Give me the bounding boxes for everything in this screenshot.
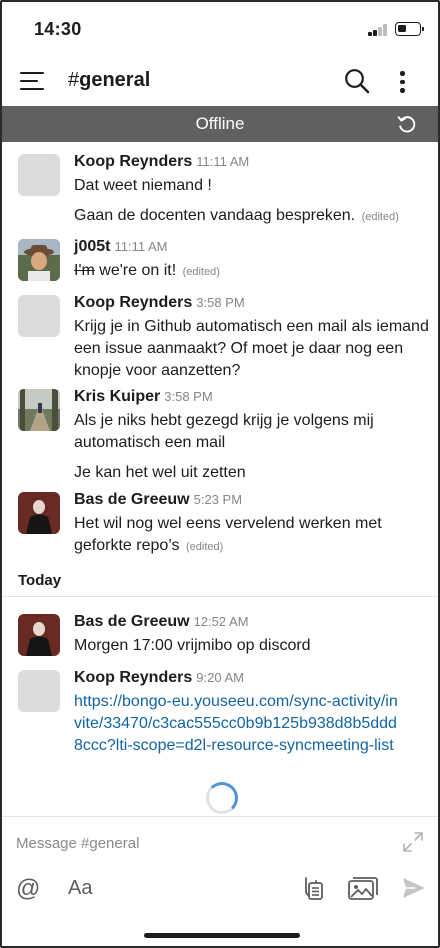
avatar[interactable] — [18, 389, 60, 431]
image-icon[interactable] — [348, 875, 378, 901]
channel-hash: # — [68, 69, 80, 91]
message-author[interactable]: Bas de Greeuw — [74, 613, 190, 630]
avatar-photo — [18, 492, 60, 534]
message-header: Bas de Greeuw 12:52 AM — [74, 613, 249, 631]
message-header: Bas de Greeuw 5:23 PM — [74, 491, 242, 509]
shortcut-icon[interactable] — [300, 875, 324, 901]
avatar[interactable] — [18, 154, 60, 196]
message-text: Als je niks hebt gezegd krijg je volgens… — [74, 412, 374, 451]
message-header: Kris Kuiper 3:58 PM — [74, 388, 213, 406]
status-time: 14:30 — [34, 19, 82, 39]
message-list[interactable]: Koop Reynders 11:11 AM Dat weet niemand !… — [2, 142, 438, 816]
message: Kris Kuiper 3:58 PM Als je niks hebt geze… — [2, 388, 438, 481]
composer-toolbar: @ Aa — [2, 871, 438, 911]
offline-banner: Offline — [2, 106, 438, 142]
edited-label: (edited) — [182, 266, 220, 278]
message-header: Koop Reynders 9:20 AM — [74, 669, 244, 687]
message: Koop Reynders 9:20 AM https://bongo-eu.yo… — [2, 669, 438, 770]
loading-spinner — [206, 782, 238, 814]
message-text: Krijg je in Github automatisch een mail … — [74, 318, 429, 379]
struck-text: I'm — [74, 262, 95, 279]
channel-name: general — [79, 69, 151, 91]
battery-icon — [395, 22, 424, 36]
home-indicator — [144, 933, 300, 938]
signal-icon — [368, 24, 388, 36]
message: j005t 11:11 AM I'm we're on it! (edited) — [2, 238, 438, 289]
reload-icon[interactable] — [396, 113, 418, 135]
channel-header: #general — [2, 58, 438, 106]
message-time: 3:58 PM — [196, 295, 245, 310]
message-author[interactable]: Kris Kuiper — [74, 388, 160, 405]
avatar[interactable] — [18, 614, 60, 656]
message-header: Koop Reynders 3:58 PM — [74, 294, 245, 312]
message: Koop Reynders 11:11 AM Dat weet niemand !… — [2, 153, 438, 240]
day-divider-label: Today — [18, 572, 62, 589]
message-time: 9:20 AM — [196, 670, 244, 685]
avatar-photo — [18, 389, 60, 431]
message-text: Dat weet niemand ! — [74, 177, 212, 194]
send-icon[interactable] — [402, 877, 426, 899]
avatar[interactable] — [18, 492, 60, 534]
message-text: I'm we're on it! (edited) — [74, 260, 430, 283]
message-time: 11:11 AM — [114, 239, 168, 254]
avatar[interactable] — [18, 295, 60, 337]
status-bar: 14:30 — [2, 2, 438, 58]
message-time: 11:11 AM — [196, 154, 250, 169]
message-author[interactable]: Bas de Greeuw — [74, 491, 190, 508]
format-button[interactable]: Aa — [68, 877, 92, 900]
search-icon[interactable] — [344, 68, 370, 94]
avatar-photo — [18, 614, 60, 656]
message-time: 5:23 PM — [193, 492, 243, 507]
message-line: we're on it! — [94, 262, 177, 279]
message-time: 12:52 AM — [193, 614, 249, 629]
message: Bas de Greeuw 5:23 PM Het wil nog wel een… — [2, 491, 438, 554]
message-text: Morgen 17:00 vrijmibo op discord — [74, 637, 311, 654]
message-text: Je kan het wel uit zetten — [74, 464, 246, 481]
message-input[interactable] — [16, 831, 386, 855]
message-line: Gaan de docenten vandaag bespreken. — [74, 207, 356, 224]
edited-label: (edited) — [361, 211, 399, 223]
message-author[interactable]: j005t — [74, 238, 110, 255]
message-time: 3:58 PM — [164, 389, 213, 404]
avatar[interactable] — [18, 670, 60, 712]
message-text: Gaan de docenten vandaag bespreken. (edi… — [74, 205, 430, 228]
message-link[interactable]: https://bongo-eu.youseeu.com/sync-activi… — [74, 691, 404, 757]
at-icon[interactable]: @ — [16, 875, 40, 903]
message-author[interactable]: Koop Reynders — [74, 294, 192, 311]
message-header: Koop Reynders 11:11 AM — [74, 153, 249, 171]
message: Koop Reynders 3:58 PM Krijg je in Github … — [2, 294, 438, 379]
menu-icon[interactable] — [20, 70, 44, 92]
message: Bas de Greeuw 12:52 AM Morgen 17:00 vrijm… — [2, 613, 438, 662]
more-icon[interactable] — [400, 70, 406, 94]
offline-text: Offline — [195, 114, 245, 133]
expand-icon[interactable] — [402, 831, 424, 853]
avatar-photo — [18, 239, 60, 281]
message-header: j005t 11:11 AM — [74, 238, 167, 256]
message-composer: @ Aa — [2, 816, 438, 946]
avatar[interactable] — [18, 239, 60, 281]
message-author[interactable]: Koop Reynders — [74, 153, 192, 170]
message-text: Het wil nog wel eens vervelend werken me… — [74, 513, 430, 558]
channel-title[interactable]: #general — [68, 69, 150, 92]
message-author[interactable]: Koop Reynders — [74, 669, 192, 686]
app-frame: 14:30 #general Offline Koop Reynders 11:… — [0, 0, 440, 948]
edited-label: (edited) — [186, 541, 224, 553]
message-line: Het wil nog wel eens vervelend werken me… — [74, 515, 382, 554]
day-divider — [2, 596, 438, 597]
